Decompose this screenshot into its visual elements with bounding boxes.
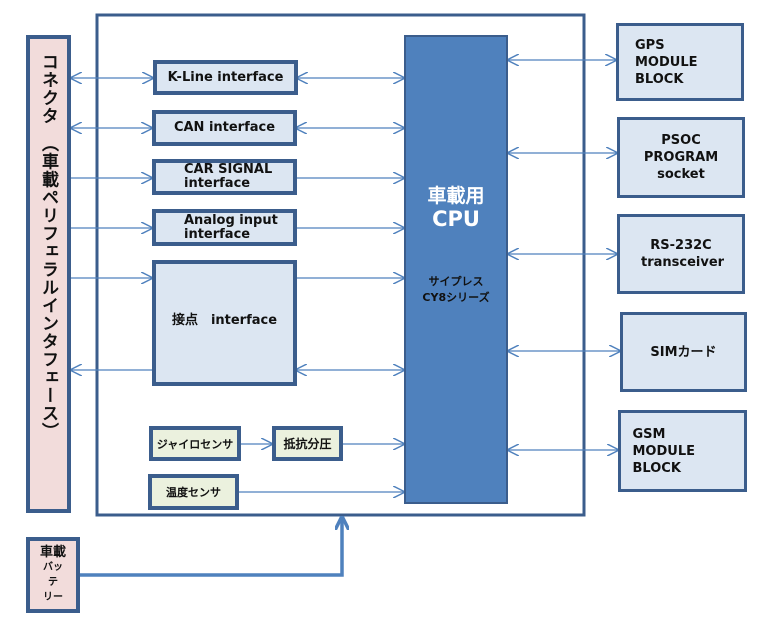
can-label: CAN interface (173, 120, 276, 135)
can-interface: CAN interface (152, 110, 297, 146)
cpu-sub-2: CY8シリーズ (422, 291, 490, 304)
divider-label: 抵抗分圧 (283, 437, 332, 451)
rs232c-label: RS-232C transceiver (641, 238, 725, 270)
analog-input-label: Analog input interface (184, 212, 278, 242)
k-line-label: K-Line interface (167, 69, 284, 85)
psoc-socket: PSOC PROGRAM socket (617, 117, 745, 198)
car-signal-label: CAR SIGNAL interface (184, 162, 273, 191)
k-line-interface: K-Line interface (153, 60, 298, 95)
gps-module: GPS MODULE BLOCK (616, 23, 744, 101)
car-signal-interface: CAR SIGNAL interface (152, 159, 297, 195)
temperature-sensor: 温度センサ (148, 474, 239, 510)
cpu-title-2: CPU (432, 207, 480, 231)
power-line (79, 519, 342, 577)
gps-label: GPS MODULE BLOCK (635, 37, 698, 87)
sim-card: SIMカード (620, 312, 747, 392)
battery-line-2: バッ (43, 562, 63, 573)
cpu-sub-1: サイプレス (428, 275, 484, 288)
connector-block: コネクタ （車載ペリフェラルインタフェース） (26, 35, 71, 513)
gsm-module: GSM MODULE BLOCK (618, 410, 747, 492)
rs232c-transceiver: RS-232C transceiver (617, 214, 745, 294)
gsm-label: GSM MODULE BLOCK (632, 426, 696, 476)
contact-interface: 接点 interface (152, 260, 297, 386)
psoc-label: PSOC PROGRAM socket (643, 133, 719, 182)
battery-line-3: テ (48, 577, 58, 588)
resistor-divider: 抵抗分圧 (272, 426, 343, 461)
vehicle-battery: 車載 バッ テ リー (26, 537, 80, 613)
analog-input-interface: Analog input interface (152, 209, 297, 246)
cpu-title-1: 車載用 (427, 185, 485, 207)
sim-label: SIMカード (650, 344, 717, 360)
battery-line-1: 車載 (39, 545, 66, 560)
cpu-block: 車載用 CPU サイプレス CY8シリーズ (404, 35, 508, 504)
contact-label: 接点 interface (171, 313, 278, 328)
connector-label: コネクタ （車載ペリフェラルインタフェース） (38, 53, 58, 441)
gyro-label: ジャイロセンサ (156, 437, 234, 451)
battery-line-4: リー (43, 592, 63, 603)
temperature-label: 温度センサ (166, 486, 221, 499)
gyro-sensor: ジャイロセンサ (149, 426, 241, 461)
